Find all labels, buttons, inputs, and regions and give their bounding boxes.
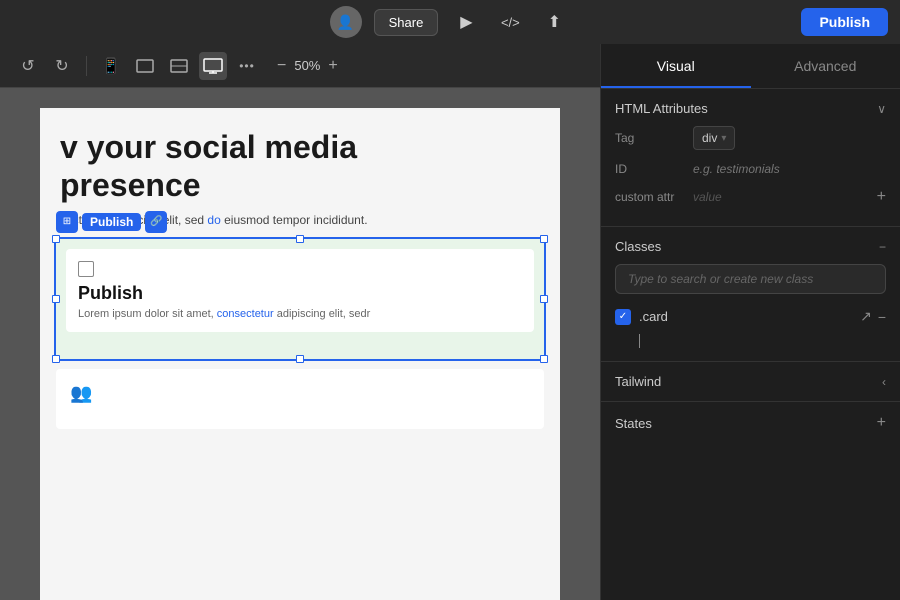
classes-title: Classes	[615, 239, 661, 254]
redo-button[interactable]: ↻	[48, 52, 76, 80]
html-attributes-toggle[interactable]: ∨	[877, 102, 886, 116]
topbar: 👤 Share ▶ </> ⬆ Publish	[0, 0, 900, 44]
heading-line2: presence	[60, 167, 201, 203]
card-dot-bottom	[297, 356, 303, 362]
toolbar: ↺ ↻ 📱 ••• − 50% +	[0, 44, 600, 88]
card-body-text: Lorem ipsum dolor sit amet, consectetur …	[78, 308, 522, 320]
card-checkbox[interactable]	[78, 261, 94, 277]
id-input[interactable]	[693, 158, 886, 180]
custom-attr-value: value	[693, 190, 869, 204]
right-panel: Visual Advanced HTML Attributes ∨ Tag di…	[600, 44, 900, 600]
text-cursor	[639, 334, 640, 348]
class-actions: ↗ −	[860, 308, 886, 325]
section-header-html: HTML Attributes ∨	[615, 101, 886, 116]
custom-attr-label: custom attr	[615, 190, 685, 204]
tag-value: div	[702, 131, 717, 145]
zoom-in-button[interactable]: +	[326, 57, 339, 75]
classes-toggle[interactable]: −	[879, 240, 886, 254]
page-heading: v your social media presence	[60, 128, 540, 205]
upload-button[interactable]: ⬆	[538, 6, 570, 38]
class-remove-button[interactable]: −	[878, 309, 886, 325]
selected-card-container[interactable]: ⊞ Publish 🔗 Pub	[56, 239, 544, 359]
states-section[interactable]: States +	[601, 402, 900, 444]
share-button[interactable]: Share	[374, 9, 439, 36]
tailwind-chevron-icon: ‹	[882, 375, 886, 389]
mobile-view-button[interactable]: 📱	[97, 52, 125, 80]
custom-attr-row: custom attr value +	[615, 188, 886, 206]
code-button[interactable]: </>	[494, 6, 526, 38]
add-attr-button[interactable]: +	[877, 188, 886, 206]
toolbar-separator-1	[86, 56, 87, 76]
desktop-view-button[interactable]	[199, 52, 227, 80]
publish-button[interactable]: Publish	[801, 8, 888, 36]
tag-row: Tag div ▾	[615, 126, 886, 150]
id-label: ID	[615, 162, 685, 176]
class-navigate-button[interactable]: ↗	[860, 308, 872, 325]
cursor-indicator	[615, 333, 886, 349]
class-item: ✓ .card ↗ −	[615, 304, 886, 329]
element-icon: ⊞	[56, 211, 78, 233]
play-button[interactable]: ▶	[450, 6, 482, 38]
card-inner: Publish Lorem ipsum dolor sit amet, cons…	[66, 249, 534, 332]
canvas-content[interactable]: v your social media presence sectetur ad…	[0, 88, 600, 600]
class-checkbox[interactable]: ✓	[615, 309, 631, 325]
second-card[interactable]: 👥	[56, 369, 544, 429]
tag-select[interactable]: div ▾	[693, 126, 735, 150]
panel-tabs: Visual Advanced	[601, 44, 900, 89]
classes-section: Classes − ✓ .card ↗ −	[601, 227, 900, 362]
zoom-control: − 50% +	[275, 57, 340, 75]
floating-label: ⊞ Publish 🔗	[56, 211, 167, 233]
panel-content: HTML Attributes ∨ Tag div ▾ ID	[601, 89, 900, 600]
play-icon: ▶	[460, 12, 472, 32]
card-dot-top	[297, 236, 303, 242]
tailwind-section[interactable]: Tailwind ‹	[601, 362, 900, 402]
section-header-classes: Classes −	[615, 239, 886, 254]
more-options-button[interactable]: •••	[233, 52, 261, 80]
main-layout: ↺ ↻ 📱 ••• − 50% +	[0, 44, 900, 600]
tablet-view-button[interactable]	[131, 52, 159, 80]
class-name-label: .card	[639, 309, 852, 324]
zoom-level: 50%	[294, 58, 320, 73]
tab-advanced[interactable]: Advanced	[751, 44, 900, 88]
states-label: States	[615, 416, 652, 431]
canvas-area: ↺ ↻ 📱 ••• − 50% +	[0, 44, 600, 600]
link-icon[interactable]: 🔗	[145, 211, 167, 233]
class-search-input[interactable]	[615, 264, 886, 294]
tablet2-view-button[interactable]	[165, 52, 193, 80]
states-add-button[interactable]: +	[877, 414, 886, 432]
second-card-icon: 👥	[70, 383, 530, 404]
avatar: 👤	[330, 6, 362, 38]
card-checkbox-area	[78, 261, 522, 277]
tag-arrow-icon: ▾	[721, 133, 726, 144]
upload-icon: ⬆	[548, 12, 561, 32]
tab-visual[interactable]: Visual	[601, 44, 751, 88]
zoom-out-button[interactable]: −	[275, 57, 288, 75]
element-label: Publish	[82, 213, 141, 231]
undo-button[interactable]: ↺	[14, 52, 42, 80]
tailwind-label: Tailwind	[615, 374, 661, 389]
card-title: Publish	[78, 283, 522, 304]
id-row: ID	[615, 158, 886, 180]
card-dot-left	[53, 296, 59, 302]
html-attributes-title: HTML Attributes	[615, 101, 708, 116]
card-element[interactable]: Publish Lorem ipsum dolor sit amet, cons…	[56, 239, 544, 359]
page-preview: v your social media presence sectetur ad…	[40, 108, 560, 600]
heading-line1: v your social media	[60, 129, 357, 165]
card-dot-right	[541, 296, 547, 302]
html-attributes-section: HTML Attributes ∨ Tag div ▾ ID	[601, 89, 900, 227]
code-icon: </>	[501, 15, 520, 30]
tag-label: Tag	[615, 131, 685, 145]
